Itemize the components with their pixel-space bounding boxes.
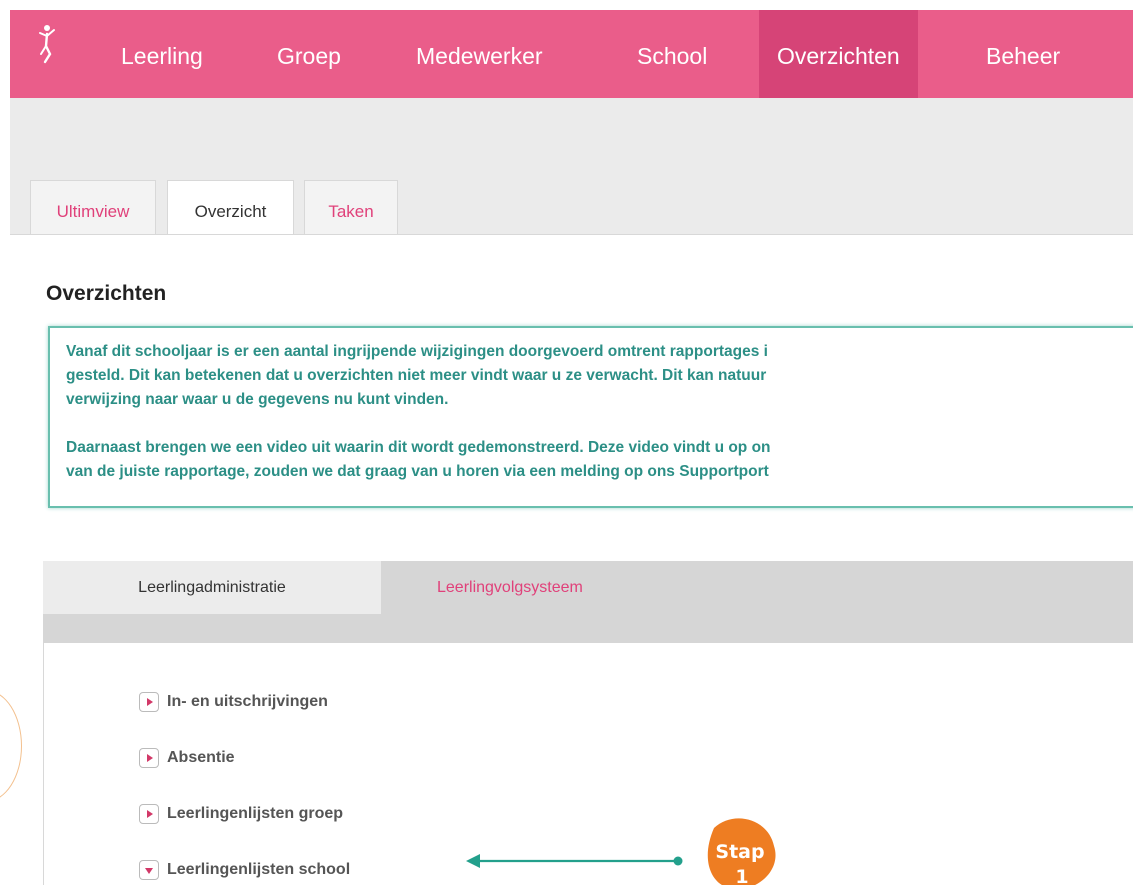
chevron-down-icon [145,868,153,874]
tab-taken[interactable]: Taken [304,180,398,235]
nav-beheer[interactable]: Beheer [986,10,1060,98]
nav-leerling[interactable]: Leerling [121,10,203,98]
tab-leerlingadministratie[interactable]: Leerlingadministratie [43,561,381,614]
chevron-right-icon [147,754,153,762]
list-item-label[interactable]: Leerlingenlijsten groep [167,803,343,825]
expand-toggle-button[interactable] [139,692,159,712]
sub-header-bar [10,98,1133,178]
tab-ultimview[interactable]: Ultimview [30,180,156,235]
collapse-toggle-button[interactable] [139,860,159,880]
page-title: Overzichten [46,282,167,305]
notice-line: van de juiste rapportage, zouden we dat … [66,463,769,480]
nav-medewerker[interactable]: Medewerker [416,10,543,98]
list-item-label[interactable]: Absentie [167,747,235,769]
report-category-tabs: Leerlingadministratie Leerlingvolgsystee… [43,561,1133,643]
notice-line: Daarnaast brengen we een video uit waari… [66,439,771,456]
chevron-right-icon [147,698,153,706]
nav-school[interactable]: School [637,10,707,98]
report-list-panel: In- en uitschrijvingen Absentie Leerling… [43,643,1133,885]
dancer-logo-icon[interactable] [36,24,58,64]
nav-groep[interactable]: Groep [277,10,341,98]
tab-overzicht[interactable]: Overzicht [167,180,294,236]
top-navigation-bar: Leerling Groep Medewerker School Overzic… [10,10,1133,98]
expand-toggle-button[interactable] [139,748,159,768]
list-item-label[interactable]: In- en uitschrijvingen [167,691,328,713]
notice-line: Vanaf dit schooljaar is er een aantal in… [66,343,768,360]
nav-overzichten[interactable]: Overzichten [759,10,918,98]
main-content: Overzichten Vanaf dit schooljaar is er e… [10,234,1133,885]
chevron-right-icon [147,810,153,818]
info-notice: Vanaf dit schooljaar is er een aantal in… [48,326,1133,508]
list-item-label[interactable]: Leerlingenlijsten school [167,859,350,881]
expand-toggle-button[interactable] [139,804,159,824]
tab-leerlingvolgsysteem[interactable]: Leerlingvolgsysteem [437,561,583,614]
notice-line: gesteld. Dit kan betekenen dat u overzic… [66,367,767,384]
notice-line: verwijzing naar waar u de gegevens nu ku… [66,391,449,408]
app-window: Leerling Groep Medewerker School Overzic… [10,10,1133,885]
